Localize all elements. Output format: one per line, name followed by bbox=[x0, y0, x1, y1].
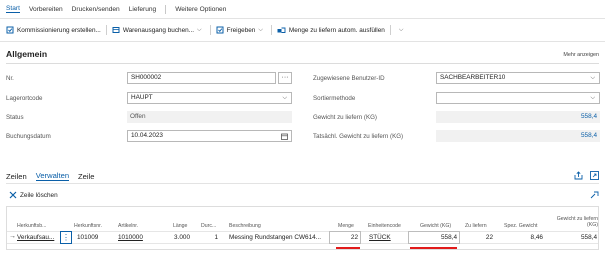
action-divider bbox=[209, 25, 211, 35]
calendar-icon[interactable] bbox=[281, 133, 288, 140]
delete-line-label: Zeile löschen bbox=[20, 191, 58, 199]
expand-icon[interactable] bbox=[590, 171, 599, 180]
action-tabs: Start Vorbereiten Drucken/senden Lieferu… bbox=[6, 4, 235, 14]
chevron-down-icon: ⌵ bbox=[590, 75, 595, 81]
create-pick-button[interactable]: Kommissionierung erstellen... bbox=[6, 26, 101, 34]
action-divider bbox=[270, 25, 272, 35]
row-arrow-icon: → bbox=[9, 233, 16, 240]
col-weight-to-ship[interactable]: Gewicht zu liefern (KG) bbox=[556, 216, 598, 228]
col-to-ship[interactable]: Zu liefern bbox=[465, 223, 487, 229]
posting-date-label: Buchungsdatum bbox=[6, 133, 51, 140]
tab-lieferung[interactable]: Lieferung bbox=[129, 6, 157, 13]
release-icon bbox=[216, 26, 224, 34]
autofill-icon bbox=[277, 27, 286, 33]
cell-source-no: 101009 bbox=[77, 234, 99, 241]
pick-icon bbox=[6, 26, 14, 34]
cell-quantity[interactable]: 22 bbox=[331, 234, 358, 241]
actual-weight-label: Tatsächl. Gewicht zu liefern (KG) bbox=[313, 133, 404, 140]
cell-description: Messing Rundstangen CW614... bbox=[229, 234, 322, 241]
personalize-icon[interactable] bbox=[590, 191, 599, 199]
weight-to-ship-field[interactable]: 558,4 bbox=[436, 111, 600, 123]
section-divider bbox=[6, 63, 599, 64]
lines-header: Zeilen Verwalten Zeile bbox=[6, 171, 104, 181]
lines-title: Zeilen bbox=[6, 171, 27, 181]
col-source-no[interactable]: Herkunftsnr. bbox=[74, 223, 102, 229]
location-label: Lagerortcode bbox=[6, 95, 43, 102]
tab-manage[interactable]: Verwalten bbox=[35, 171, 70, 181]
col-diameter[interactable]: Durc... bbox=[201, 223, 216, 229]
release-label: Freigeben bbox=[226, 26, 256, 34]
assigned-user-value: SACHBEARBEITER10 bbox=[440, 74, 506, 81]
section-title-general: Allgemein bbox=[6, 49, 48, 59]
sort-method-label: Sortiermethode bbox=[313, 95, 356, 102]
chevron-down-icon: ⌵ bbox=[590, 95, 595, 101]
col-source-type[interactable]: Herkunftsb... bbox=[17, 223, 46, 229]
action-divider bbox=[389, 25, 391, 35]
posting-date-field[interactable]: 10.04.2023 bbox=[127, 130, 292, 142]
post-icon bbox=[112, 27, 120, 33]
cell-unit[interactable]: STÜCK bbox=[369, 234, 391, 241]
show-more-link[interactable]: Mehr anzeigen bbox=[563, 52, 599, 58]
col-weight[interactable]: Gewicht (KG) bbox=[420, 223, 451, 229]
col-length[interactable]: Länge bbox=[173, 223, 187, 229]
tab-weitere-optionen[interactable]: Weitere Optionen bbox=[175, 6, 226, 13]
assist-edit-button[interactable]: ··· bbox=[278, 72, 292, 84]
tab-drucken-senden[interactable]: Drucken/senden bbox=[72, 6, 120, 13]
cell-spec-weight: 8,46 bbox=[530, 234, 543, 241]
actual-weight-field[interactable]: 558,4 bbox=[436, 130, 600, 142]
col-spec-weight[interactable]: Spez. Gewicht bbox=[504, 223, 537, 229]
sort-method-field[interactable]: ⌵ bbox=[436, 92, 600, 104]
cell-item-no[interactable]: 1010000 bbox=[118, 234, 143, 241]
quantity-highlight bbox=[336, 247, 360, 249]
autofill-qty-button[interactable]: Menge zu liefern autom. ausfüllen bbox=[277, 26, 385, 34]
assigned-user-field[interactable]: SACHBEARBEITER10 ⌵ bbox=[436, 72, 600, 84]
tab-line[interactable]: Zeile bbox=[78, 172, 94, 181]
chevron-down-icon[interactable]: ⌵ bbox=[197, 27, 202, 34]
action-divider bbox=[105, 25, 107, 35]
autofill-qty-label: Menge zu liefern autom. ausfüllen bbox=[288, 26, 385, 34]
action-bar-divider bbox=[0, 41, 605, 42]
row-menu-button[interactable]: ⋮ bbox=[60, 231, 72, 244]
status-label: Status bbox=[6, 114, 24, 121]
weight-highlight bbox=[410, 247, 457, 249]
cell-to-ship: 22 bbox=[485, 234, 493, 241]
no-label: Nr. bbox=[6, 75, 14, 82]
col-description[interactable]: Beschreibung bbox=[229, 223, 261, 229]
chevron-down-icon[interactable]: ⌵ bbox=[399, 27, 404, 34]
create-pick-label: Kommissionierung erstellen... bbox=[17, 26, 101, 34]
chevron-down-icon: ⌵ bbox=[282, 95, 287, 101]
no-field[interactable]: SH000002 bbox=[127, 72, 276, 84]
status-field: Offen bbox=[127, 111, 292, 123]
action-bar: Kommissionierung erstellen... Warenausga… bbox=[6, 24, 406, 36]
posting-date-value: 10.04.2023 bbox=[131, 132, 163, 139]
col-quantity[interactable]: Menge bbox=[338, 223, 354, 229]
post-shipment-button[interactable]: Warenausgang buchen... bbox=[112, 26, 194, 34]
col-unit[interactable]: Einheitencode bbox=[368, 223, 401, 229]
location-value: HAUPT bbox=[131, 94, 153, 101]
tab-vorbereiten[interactable]: Vorbereiten bbox=[29, 6, 63, 13]
tabs-divider bbox=[0, 18, 605, 19]
post-shipment-label: Warenausgang buchen... bbox=[122, 26, 195, 34]
location-field[interactable]: HAUPT ⌵ bbox=[127, 92, 292, 104]
cell-weight-to-ship: 558,4 bbox=[581, 234, 597, 241]
delete-icon bbox=[9, 191, 17, 199]
cell-source-type[interactable]: Verkaufsau... bbox=[17, 234, 54, 241]
cell-diameter: 1 bbox=[214, 234, 218, 241]
release-button[interactable]: Freigeben bbox=[216, 26, 256, 34]
chevron-down-icon[interactable]: ⌵ bbox=[258, 27, 263, 34]
cell-length: 3.000 bbox=[174, 234, 190, 241]
share-icon[interactable] bbox=[574, 171, 583, 180]
tab-start[interactable]: Start bbox=[6, 5, 20, 13]
tab-divider bbox=[165, 4, 167, 14]
col-item-no[interactable]: Artikelnr. bbox=[118, 223, 138, 229]
weight-to-ship-label: Gewicht zu liefern (KG) bbox=[313, 114, 377, 121]
assigned-user-label: Zugewiesene Benutzer-ID bbox=[313, 75, 385, 82]
lines-divider bbox=[6, 183, 599, 184]
cell-weight[interactable]: 558,4 bbox=[410, 234, 457, 241]
delete-line-button[interactable]: Zeile löschen bbox=[9, 191, 58, 199]
